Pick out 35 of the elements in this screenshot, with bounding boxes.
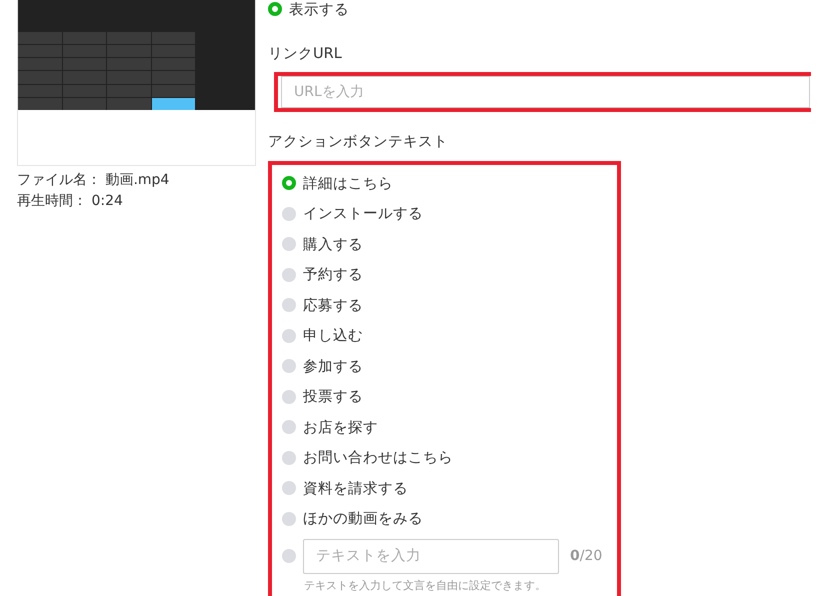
character-counter: 0/20 (570, 548, 602, 564)
file-info-text: ファイル名： 動画.mp4 (17, 172, 170, 189)
radio-label: 表示する (289, 0, 349, 18)
radio-button[interactable] (282, 328, 296, 343)
radio-label: 応募する (303, 296, 363, 315)
radio-label: 詳細はこちら (303, 174, 393, 193)
url-input-field[interactable]: URLを入力 (281, 76, 810, 108)
hint-text: テキストを入力して文言を自由に設定できます。 (303, 578, 547, 593)
radio-button[interactable] (268, 2, 282, 16)
file-info-text: 再生時間： 0:24 (17, 193, 124, 210)
radio-label: お店を探す (303, 418, 378, 437)
radio-label: 申し込む (303, 327, 363, 346)
radio-button[interactable] (282, 298, 296, 312)
radio-button[interactable] (282, 237, 296, 252)
radio-button[interactable] (282, 450, 296, 465)
radio-label: ほかの動画をみる (303, 510, 423, 528)
radio-button[interactable] (282, 512, 296, 526)
radio-label: 購入する (303, 236, 363, 254)
radio-button[interactable] (282, 420, 296, 434)
text-input-field[interactable]: テキストを入力 (303, 538, 559, 574)
field-label: リンクURL (268, 45, 343, 63)
radio-label: 投票する (303, 388, 363, 406)
radio-button[interactable] (282, 176, 296, 190)
radio-button[interactable] (282, 268, 296, 282)
radio-label: 資料を請求する (303, 480, 408, 498)
radio-button[interactable] (282, 549, 296, 563)
radio-label: 予約する (303, 266, 363, 284)
radio-label: お問い合わせはこちら (303, 449, 453, 468)
radio-button[interactable] (282, 206, 296, 221)
radio-button[interactable] (282, 481, 296, 496)
radio-button[interactable] (282, 390, 296, 404)
radio-label: インストールする (303, 205, 423, 224)
field-label: アクションボタンテキスト (268, 133, 449, 151)
radio-button[interactable] (282, 359, 296, 374)
radio-label: 参加する (303, 358, 363, 376)
